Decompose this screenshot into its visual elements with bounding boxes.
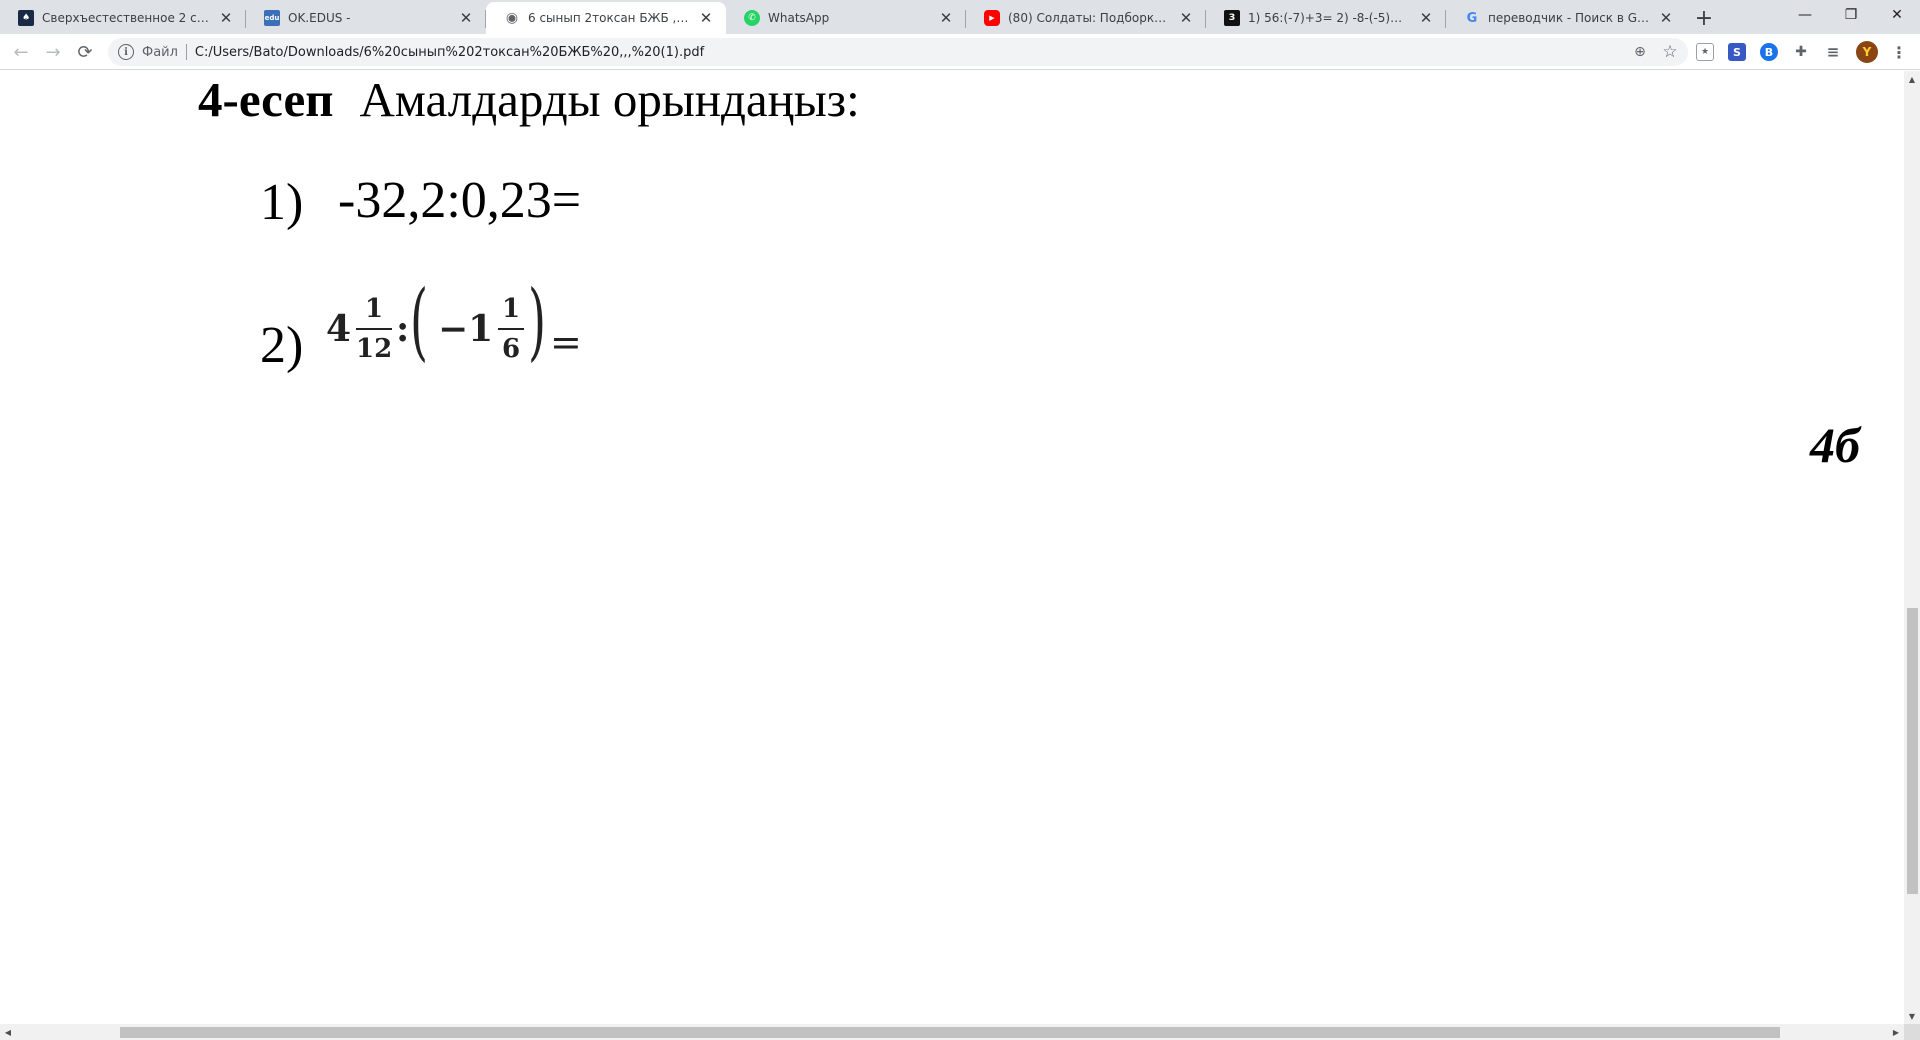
close-icon[interactable]: ✕: [1656, 8, 1676, 28]
menu-icon[interactable]: ⋮: [1890, 43, 1908, 62]
edus-favicon-icon: edu: [264, 10, 280, 26]
tab-znanija[interactable]: З 1) 56:(-7)+3= 2) -8-(-5)+75:(-15)= ✕: [1206, 2, 1446, 34]
tab-title: OK.EDUS -: [288, 11, 351, 25]
item-2-number: 2): [260, 317, 304, 374]
address-bar[interactable]: i Файл C:/Users/Bato/Downloads/6%20сынып…: [108, 38, 1688, 66]
open-parenthesis: (: [410, 272, 429, 370]
supernatural-favicon-icon: ♠: [18, 10, 34, 26]
znanija-favicon-icon: З: [1224, 10, 1240, 26]
star-icon[interactable]: ☆: [1660, 42, 1680, 62]
fraction-bar: [498, 328, 524, 330]
tab-youtube[interactable]: ▶ (80) Солдаты: Подборка Прико ✕: [966, 2, 1206, 34]
fraction-numerator: 1: [501, 294, 521, 324]
horizontal-scroll-thumb[interactable]: [120, 1027, 1780, 1038]
close-icon[interactable]: ✕: [1176, 8, 1196, 28]
tab-google[interactable]: G переводчик - Поиск в Google ✕: [1446, 2, 1686, 34]
close-icon[interactable]: ✕: [696, 8, 716, 28]
fraction-1-12: 1 12: [356, 294, 392, 364]
zoom-icon[interactable]: ⊕: [1630, 42, 1650, 62]
horizontal-scrollbar[interactable]: ◀ ▶: [0, 1024, 1904, 1040]
reload-button[interactable]: ⟳: [70, 37, 100, 67]
b-ext-icon[interactable]: B: [1760, 43, 1778, 61]
equals-sign: =: [550, 320, 582, 364]
fraction-1-6: 1 6: [498, 294, 524, 364]
s-ext-icon[interactable]: S: [1728, 43, 1746, 61]
fraction-numerator: 1: [364, 294, 384, 324]
tab-pdf-active[interactable]: ◉ 6 сынып 2токсан БЖБ ,,, (1).pdf ✕: [486, 2, 726, 34]
task-number: 4-есеп: [198, 72, 334, 127]
pdf-viewport[interactable]: 4-есеп Амалдарды орындаңыз: 1) -32,2:0,23…: [0, 71, 1904, 1024]
scroll-down-icon[interactable]: ▼: [1904, 1008, 1920, 1024]
bookmark-ext-icon[interactable]: ★: [1696, 43, 1714, 61]
restore-button[interactable]: ❐: [1828, 0, 1874, 30]
mixed-number-negative-whole: −1: [438, 308, 494, 350]
google-icon: G: [1466, 10, 1478, 26]
tab-okedus[interactable]: edu OK.EDUS - ✕: [246, 2, 486, 34]
tab-title: 1) 56:(-7)+3= 2) -8-(-5)+75:(-15)=: [1248, 11, 1412, 25]
scroll-left-icon[interactable]: ◀: [0, 1024, 16, 1040]
tab-title: WhatsApp: [768, 11, 830, 25]
fraction-denominator: 12: [356, 334, 393, 364]
tab-whatsapp[interactable]: ✆ WhatsApp ✕: [726, 2, 966, 34]
mixed-number-whole: 4: [326, 308, 352, 350]
scroll-up-icon[interactable]: ▲: [1904, 71, 1920, 87]
tab-title: 6 сынып 2токсан БЖБ ,,, (1).pdf: [528, 11, 692, 25]
playlist-icon[interactable]: ≡: [1824, 43, 1842, 61]
tab-strip: ♠ Сверхъестественное 2 сезон 19 ✕ edu OK…: [0, 0, 1920, 34]
avatar[interactable]: Y: [1856, 41, 1878, 63]
points-label: 4б: [1810, 417, 1860, 473]
browser-toolbar: ← → ⟳ i Файл C:/Users/Bato/Downloads/6%2…: [0, 34, 1920, 70]
back-button[interactable]: ←: [6, 37, 36, 67]
item-1-number: 1): [260, 174, 304, 231]
scroll-right-icon[interactable]: ▶: [1888, 1024, 1904, 1040]
forward-button[interactable]: →: [38, 37, 68, 67]
fraction-denominator: 6: [501, 334, 521, 364]
scrollbar-corner: [1904, 1024, 1920, 1040]
division-colon: :: [396, 308, 410, 350]
close-icon[interactable]: ✕: [456, 8, 476, 28]
item-1-expression: -32,2:0,23=: [338, 172, 582, 229]
url-text[interactable]: C:/Users/Bato/Downloads/6%20сынып%202ток…: [195, 45, 704, 60]
tab-title: (80) Солдаты: Подборка Прико: [1008, 11, 1172, 25]
close-icon[interactable]: ✕: [216, 8, 236, 28]
scheme-label: Файл: [142, 44, 178, 60]
new-tab-button[interactable]: +: [1690, 5, 1718, 31]
close-icon[interactable]: ✕: [1416, 8, 1436, 28]
tab-supernatural[interactable]: ♠ Сверхъестественное 2 сезон 19 ✕: [0, 2, 246, 34]
fraction-bar: [356, 328, 392, 330]
info-icon[interactable]: i: [118, 44, 134, 60]
puzzle-icon[interactable]: ✚: [1792, 43, 1810, 61]
vertical-scroll-thumb[interactable]: [1907, 608, 1918, 894]
close-window-button[interactable]: ✕: [1874, 0, 1920, 30]
tab-title: переводчик - Поиск в Google: [1488, 11, 1652, 25]
task-instruction: Амалдарды орындаңыз:: [359, 72, 860, 127]
tab-title: Сверхъестественное 2 сезон 19: [42, 11, 212, 25]
vertical-scrollbar[interactable]: ▲ ▼: [1904, 71, 1920, 1024]
address-divider: [185, 44, 187, 60]
close-parenthesis: ): [528, 272, 547, 370]
youtube-icon: ▶: [984, 10, 1000, 26]
close-icon[interactable]: ✕: [936, 8, 956, 28]
globe-icon: ◉: [505, 10, 519, 26]
whatsapp-icon: ✆: [744, 10, 760, 26]
task-heading: 4-есеп Амалдарды орындаңыз:: [198, 71, 860, 129]
minimize-button[interactable]: —: [1782, 0, 1828, 30]
